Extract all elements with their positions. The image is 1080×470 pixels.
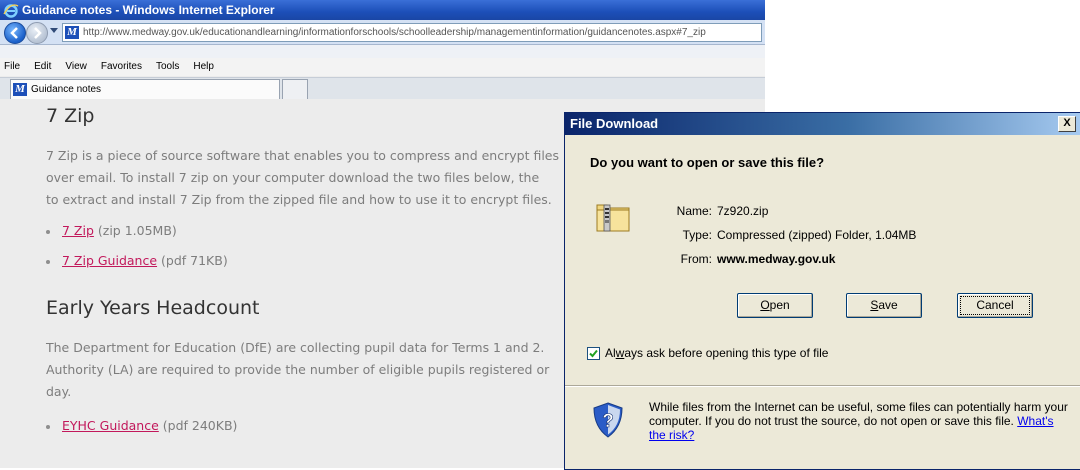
ie-icon	[3, 4, 19, 18]
list-item: 7 Zip Guidance (pdf 71KB)	[46, 253, 228, 268]
file-download-dialog: File Download X Do you want to open or s…	[564, 112, 1080, 470]
address-bar-strip: M http://www.medway.gov.uk/educationandl…	[0, 20, 765, 45]
link-eyhc-guidance[interactable]: EYHC Guidance	[62, 418, 159, 433]
list-item: 7 Zip (zip 1.05MB)	[46, 223, 177, 238]
zip-folder-icon	[596, 204, 630, 232]
forward-arrow-icon	[34, 27, 42, 39]
back-button[interactable]	[4, 22, 26, 44]
type-label: Type:	[682, 228, 712, 242]
window-title: Guidance notes - Windows Internet Explor…	[22, 3, 275, 17]
svg-text:?: ?	[602, 411, 614, 432]
tab-guidance-notes[interactable]: M Guidance notes	[10, 79, 280, 99]
open-label-post: pen	[769, 298, 790, 312]
section-heading-eyhc: Early Years Headcount	[46, 297, 260, 319]
save-label-post: ave	[878, 298, 898, 312]
recent-pages-dropdown-icon[interactable]	[50, 28, 58, 33]
address-input[interactable]: M http://www.medway.gov.uk/educationandl…	[62, 23, 762, 42]
dialog-separator	[565, 385, 1080, 387]
save-button[interactable]: Save	[846, 293, 922, 318]
security-shield-icon: ?	[593, 402, 623, 438]
menu-view[interactable]: View	[65, 58, 87, 76]
bullet-icon	[46, 259, 50, 264]
medway-icon: M	[13, 83, 27, 96]
command-strip	[0, 45, 765, 58]
browser-titlebar: Guidance notes - Windows Internet Explor…	[0, 0, 765, 20]
warning-text: While files from the Internet can be use…	[649, 400, 1068, 428]
checkmark-icon	[589, 349, 598, 358]
file-type: Compressed (zipped) Folder, 1.04MB	[717, 228, 917, 242]
tab-label: Guidance notes	[31, 84, 102, 95]
bullet-icon	[46, 229, 50, 234]
checkbox-label-post: ays ask before opening this type of file	[624, 346, 829, 360]
file-source: www.medway.gov.uk	[717, 252, 836, 266]
menu-help[interactable]: Help	[193, 58, 214, 76]
medway-icon: M	[65, 26, 79, 39]
dialog-titlebar: File Download X	[565, 113, 1080, 135]
always-ask-label[interactable]: Always ask before opening this type of f…	[605, 346, 828, 360]
list-item: EYHC Guidance (pdf 240KB)	[46, 418, 237, 433]
menu-favorites[interactable]: Favorites	[101, 58, 142, 76]
dialog-title: File Download	[570, 116, 659, 131]
open-button[interactable]: Open	[737, 293, 813, 318]
bullet-icon	[46, 424, 50, 429]
file-meta: (pdf 240KB)	[162, 418, 238, 433]
name-label: Name:	[676, 204, 712, 218]
tab-bar: M Guidance notes	[0, 77, 765, 100]
link-7zip-guidance[interactable]: 7 Zip Guidance	[62, 253, 157, 268]
file-meta: (pdf 71KB)	[161, 253, 228, 268]
menu-file[interactable]: File	[4, 58, 20, 76]
dialog-question: Do you want to open or save this file?	[590, 155, 825, 170]
section-heading-7zip: 7 Zip	[46, 105, 95, 127]
new-tab-button[interactable]	[282, 79, 308, 99]
dialog-close-button[interactable]: X	[1058, 116, 1076, 132]
menu-tools[interactable]: Tools	[156, 58, 179, 76]
security-warning: While files from the Internet can be use…	[649, 400, 1069, 442]
back-arrow-icon	[10, 27, 18, 39]
menu-edit[interactable]: Edit	[34, 58, 51, 76]
file-meta: (zip 1.05MB)	[97, 223, 177, 238]
always-ask-checkbox[interactable]	[587, 347, 600, 360]
from-label: From:	[680, 252, 712, 266]
checkbox-label-pre: Al	[605, 346, 616, 360]
url-text: http://www.medway.gov.uk/educationandlea…	[83, 27, 706, 38]
cancel-button[interactable]: Cancel	[957, 293, 1033, 318]
menu-bar: File Edit View Favorites Tools Help	[0, 58, 765, 76]
forward-button[interactable]	[26, 22, 48, 44]
open-accelerator: O	[760, 298, 770, 312]
file-name: 7z920.zip	[717, 204, 769, 218]
link-7zip[interactable]: 7 Zip	[62, 223, 94, 238]
